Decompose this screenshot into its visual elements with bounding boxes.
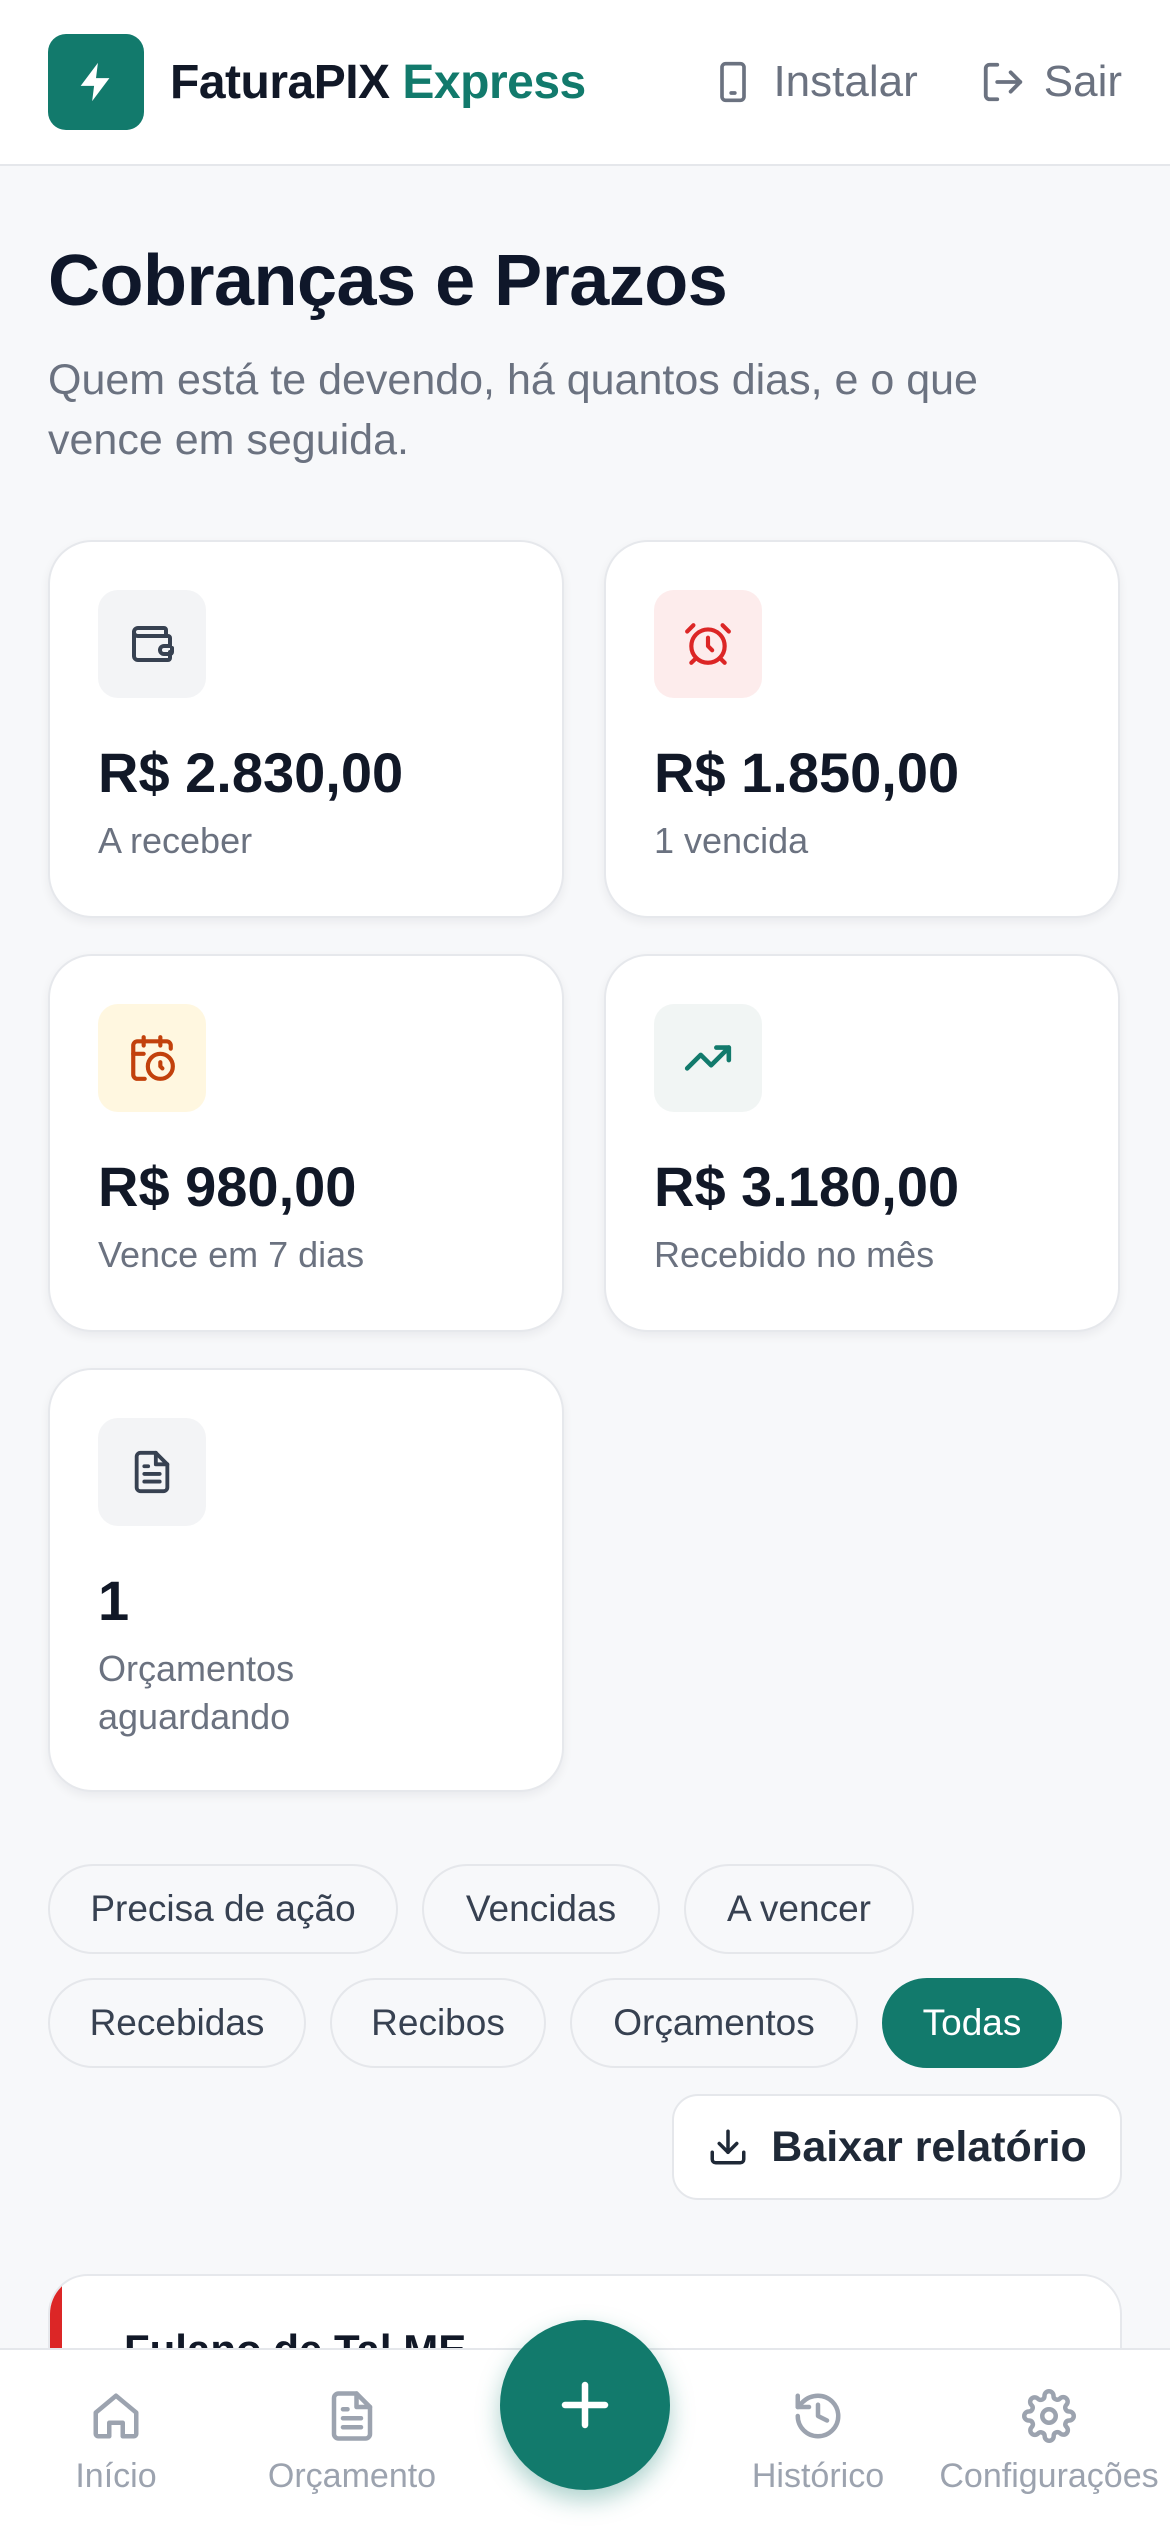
- new-charge-button[interactable]: [500, 2320, 670, 2490]
- nav-history-label: Histórico: [751, 2456, 885, 2495]
- smartphone-icon: [720, 61, 747, 103]
- install-label: Instalar: [773, 57, 918, 106]
- stat-label: Recebido no mês: [654, 1234, 935, 1275]
- filter-quotes[interactable]: Orçamentos: [570, 1978, 858, 2068]
- download-report-button[interactable]: Baixar relatório: [672, 2094, 1122, 2200]
- gear-icon: [1022, 2388, 1076, 2443]
- nav-home-label: Início: [75, 2456, 157, 2495]
- document-icon: [134, 1450, 170, 1494]
- history-icon: [795, 2393, 841, 2438]
- brand-main: FaturaPIX: [170, 55, 390, 109]
- stat-label: 1 vencida: [654, 820, 809, 861]
- stat-card-quotes: 1 Orçamentos aguardando: [48, 1368, 564, 1792]
- filter-received[interactable]: Recebidas: [48, 1978, 306, 2068]
- nav-settings[interactable]: Configurações: [928, 2350, 1170, 2532]
- lightning-icon: [80, 62, 110, 102]
- stat-card-receivable: R$ 2.830,00 A receber: [48, 540, 564, 918]
- logo: [48, 34, 144, 130]
- filter-needs-action[interactable]: Precisa de ação: [48, 1864, 398, 1954]
- stat-value: 1: [98, 1569, 130, 1632]
- stat-value: R$ 980,00: [98, 1155, 357, 1218]
- stat-value: R$ 1.850,00: [654, 741, 960, 804]
- stat-card-due-soon: R$ 980,00 Vence em 7 dias: [48, 954, 564, 1332]
- home-icon: [93, 2393, 139, 2438]
- plus-icon: [561, 2381, 609, 2429]
- document-icon: [331, 2390, 373, 2441]
- trending-up-icon: [684, 1045, 732, 1071]
- logout-icon: [983, 62, 1022, 102]
- nav-quote-label: Orçamento: [267, 2456, 437, 2495]
- app-header: FaturaPIX Express Instalar Sair: [0, 0, 1170, 166]
- page-title: Cobranças e Prazos: [48, 241, 728, 321]
- stat-label: Vence em 7 dias: [98, 1234, 365, 1275]
- stat-label: A receber: [98, 820, 253, 861]
- stat-value: R$ 3.180,00: [654, 1155, 960, 1218]
- logout-label: Sair: [1043, 57, 1122, 106]
- download-report-label: Baixar relatório: [771, 2122, 1087, 2171]
- nav-home[interactable]: Início: [40, 2350, 192, 2532]
- brand-accent: Express: [402, 55, 586, 109]
- nav-history[interactable]: Histórico: [728, 2350, 908, 2532]
- install-button[interactable]: Instalar: [711, 57, 918, 107]
- brand-name: FaturaPIX Express: [170, 55, 586, 110]
- logout-button[interactable]: Sair: [980, 57, 1122, 107]
- calendar-clock-icon: [131, 1035, 175, 1081]
- nav-settings-label: Configurações: [939, 2456, 1159, 2495]
- stat-card-overdue: R$ 1.850,00 1 vencida: [604, 540, 1120, 918]
- stat-value: R$ 2.830,00: [98, 741, 404, 804]
- alarm-clock-icon: [685, 623, 731, 665]
- page-subtitle: Quem está te devendo, há quantos dias, e…: [48, 356, 978, 464]
- wallet-icon: [132, 626, 174, 662]
- filter-receipts[interactable]: Recibos: [330, 1978, 546, 2068]
- filter-all[interactable]: Todas: [882, 1978, 1062, 2068]
- filter-overdue[interactable]: Vencidas: [422, 1864, 660, 1954]
- filter-upcoming[interactable]: A vencer: [684, 1864, 914, 1954]
- download-icon: [710, 2129, 746, 2165]
- stat-label: Orçamentos aguardando: [98, 1648, 295, 1737]
- nav-quote[interactable]: Orçamento: [252, 2350, 452, 2532]
- stat-card-received: R$ 3.180,00 Recebido no mês: [604, 954, 1120, 1332]
